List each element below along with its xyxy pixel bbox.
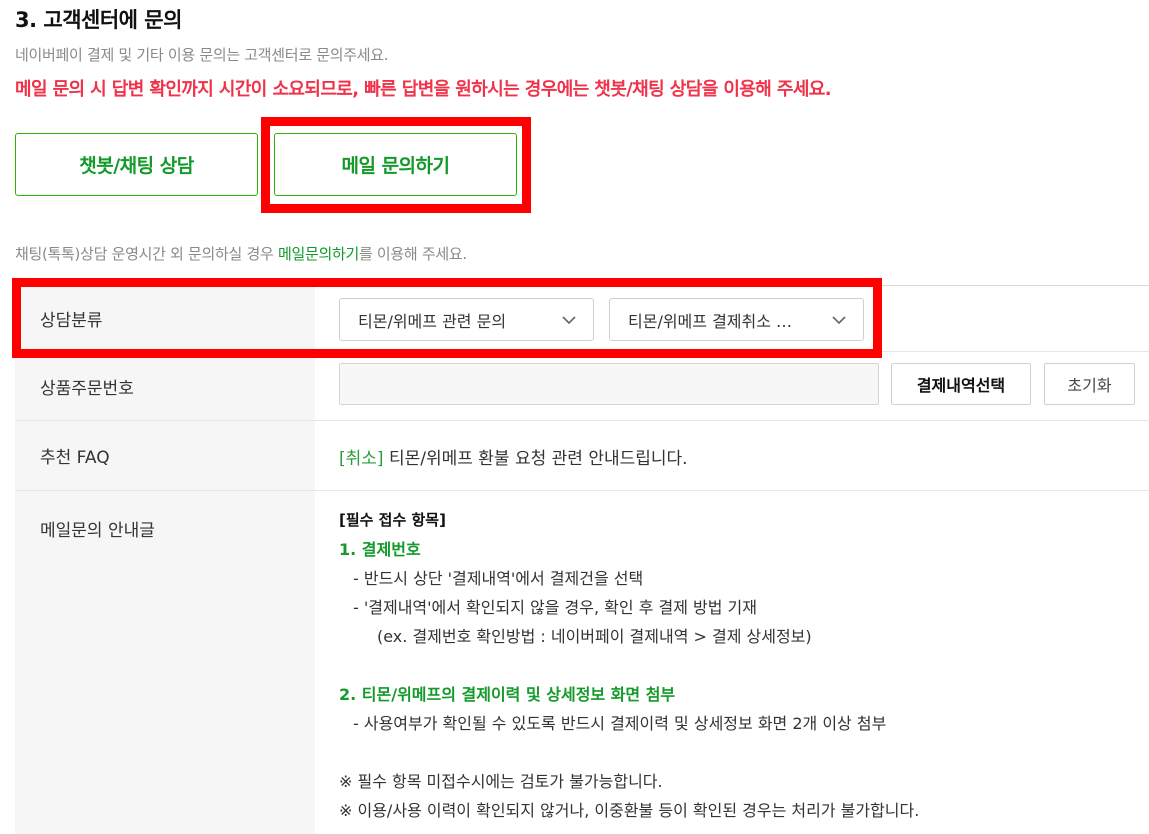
category-select-secondary-value: 티몬/위메프 결제취소 … — [628, 311, 793, 331]
faq-tag: [취소] — [339, 449, 384, 469]
notice-mail-link[interactable]: 메일문의하기 — [278, 245, 359, 263]
guide-item2-line1: - 사용여부가 확인될 수 있도록 반드시 결제이력 및 상세정보 화면 2개 … — [353, 714, 887, 733]
notice-text-before: 채팅(톡톡)상담 운영시간 외 문의하실 경우 — [15, 245, 278, 263]
notice-text-after: 를 이용해 주세요. — [358, 245, 467, 263]
mail-guide-label: 메일문의 안내글 — [15, 491, 315, 834]
category-select-primary[interactable]: 티몬/위메프 관련 문의 — [339, 298, 594, 341]
guide-spacer — [339, 738, 919, 767]
operating-hours-notice: 채팅(톡톡)상담 운영시간 외 문의하실 경우 메일문의하기를 이용해 주세요. — [15, 243, 467, 264]
order-number-label: 상품주문번호 — [15, 352, 315, 420]
category-select-primary-value: 티몬/위메프 관련 문의 — [358, 311, 507, 331]
category-row: 상담분류 티몬/위메프 관련 문의 티몬/위메프 결제취소 … — [15, 286, 1149, 352]
chevron-down-icon — [832, 316, 846, 325]
inquiry-form: 상담분류 티몬/위메프 관련 문의 티몬/위메프 결제취소 … 상품주문번호 결… — [15, 285, 1149, 834]
faq-text: 티몬/위메프 환불 요청 관련 안내드립니다. — [383, 449, 688, 469]
guide-note2: ※ 이용/사용 이력이 확인되지 않거나, 이중환불 등이 확인된 경우는 처리… — [339, 801, 920, 820]
reset-button[interactable]: 초기화 — [1044, 363, 1135, 405]
recommended-faq-label: 추천 FAQ — [15, 421, 315, 490]
mail-guide-row: 메일문의 안내글 [필수 접수 항목] 1. 결제번호 - 반드시 상단 '결제… — [15, 491, 1149, 834]
chatbot-chat-button[interactable]: 챗봇/채팅 상담 — [15, 133, 258, 196]
order-number-row: 상품주문번호 결제내역선택 초기화 — [15, 352, 1149, 421]
category-select-secondary[interactable]: 티몬/위메프 결제취소 … — [609, 298, 864, 341]
guide-item2-title: 2. 티몬/위메프의 결제이력 및 상세정보 화면 첨부 — [339, 685, 676, 704]
guide-item1-line1: - 반드시 상단 '결제내역'에서 결제건을 선택 — [353, 569, 644, 588]
guide-spacer — [339, 651, 919, 680]
faq-link[interactable]: [취소] 티몬/위메프 환불 요청 관련 안내드립니다. — [339, 444, 688, 469]
guide-item1-title: 1. 결제번호 — [339, 540, 421, 559]
section-title: 3. 고객센터에 문의 — [15, 8, 182, 32]
payment-history-select-button[interactable]: 결제내역선택 — [891, 363, 1031, 405]
warning-message: 메일 문의 시 답변 확인까지 시간이 소요되므로, 빠른 답변을 원하시는 경… — [15, 79, 832, 100]
category-label: 상담분류 — [15, 286, 315, 351]
guide-note1: ※ 필수 항목 미접수시에는 검토가 불가능합니다. — [339, 772, 663, 791]
mail-inquiry-button[interactable]: 메일 문의하기 — [274, 133, 517, 196]
recommended-faq-row: 추천 FAQ [취소] 티몬/위메프 환불 요청 관련 안내드립니다. — [15, 421, 1149, 491]
chevron-down-icon — [562, 316, 576, 325]
guide-item1-line2: - '결제내역'에서 확인되지 않을 경우, 확인 후 결제 방법 기재 — [353, 598, 757, 617]
guide-item1-line3: (ex. 결제번호 확인방법 : 네이버페이 결제내역 > 결제 상세정보) — [377, 627, 812, 646]
guide-heading: [필수 접수 항목] — [339, 511, 446, 529]
section-subtitle: 네이버페이 결제 및 기타 이용 문의는 고객센터로 문의주세요. — [15, 46, 389, 64]
order-number-input[interactable] — [339, 363, 879, 405]
mail-guide-content: [필수 접수 항목] 1. 결제번호 - 반드시 상단 '결제내역'에서 결제건… — [339, 506, 919, 825]
